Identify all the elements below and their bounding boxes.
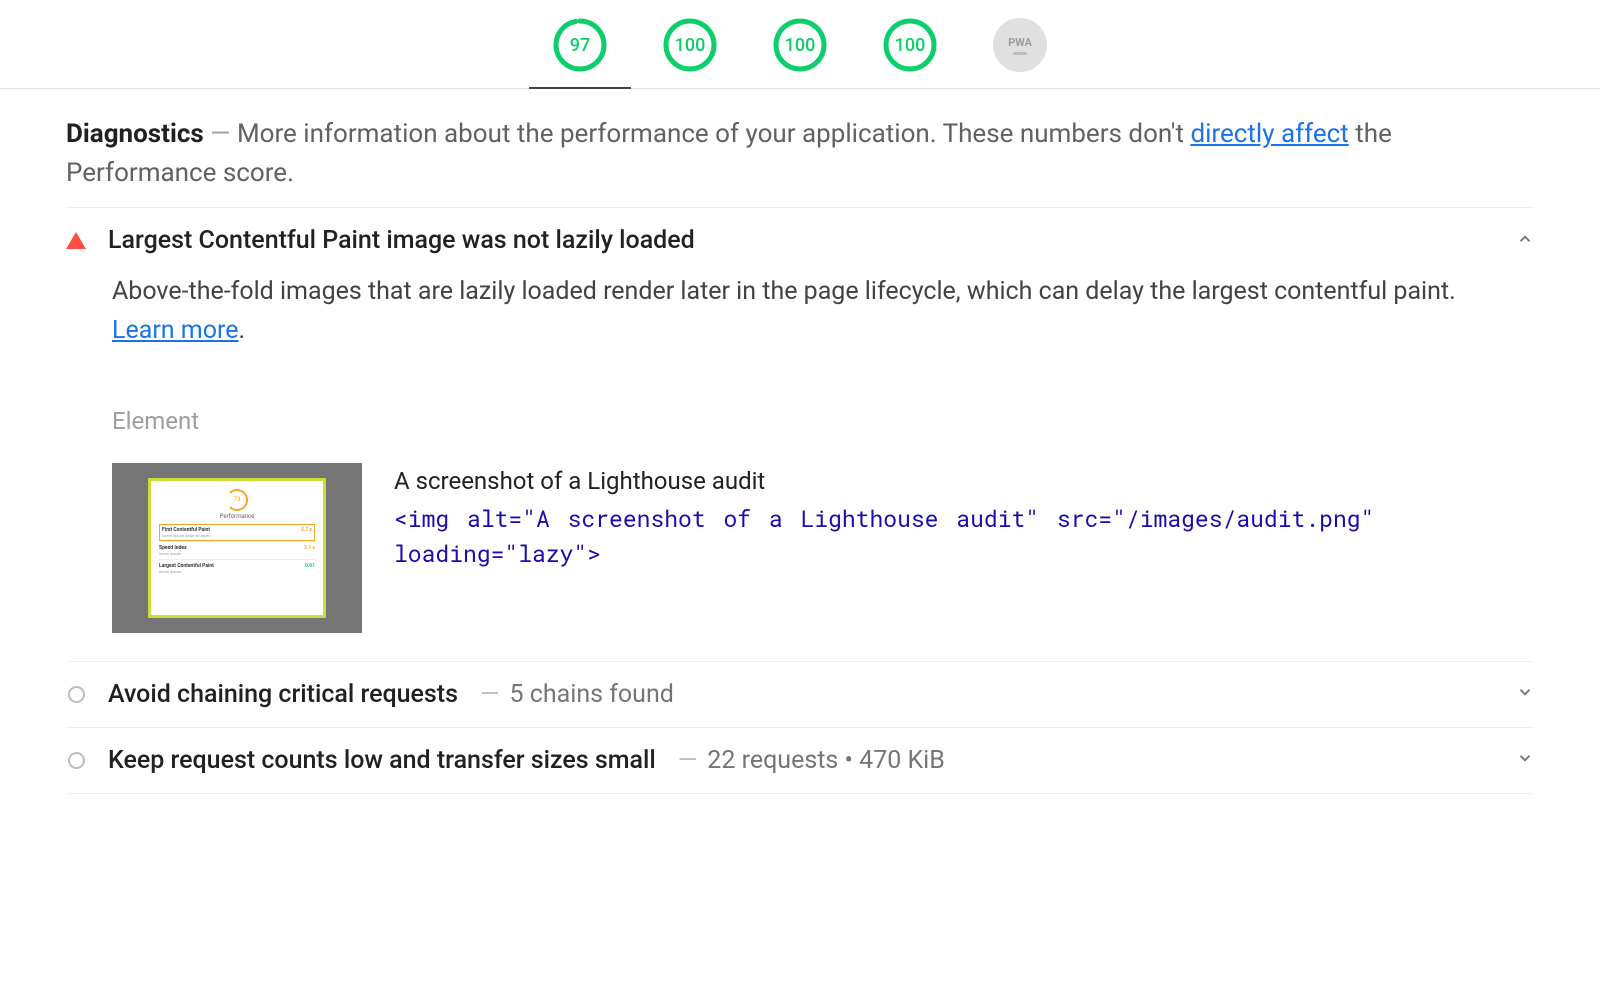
info-circle-icon <box>66 752 86 769</box>
score-tab-seo[interactable]: 100 <box>883 18 937 72</box>
score-gauge: 100 <box>663 18 717 72</box>
audit-subtext-value: 5 chains found <box>510 680 674 709</box>
audit-critical-chains: Avoid chaining critical requests — 5 cha… <box>66 662 1534 728</box>
element-label: Element <box>112 407 1534 435</box>
audit-title: Largest Contentful Paint image was not l… <box>108 226 695 255</box>
score-gauge: 100 <box>773 18 827 72</box>
score-value: 100 <box>663 18 717 72</box>
audit-subtext: — 22 requests • 470 KiB <box>678 746 945 775</box>
learn-more-link[interactable]: Learn more <box>112 316 238 345</box>
score-tab-best-practices[interactable]: 100 <box>773 18 827 72</box>
info-circle-icon <box>66 686 86 703</box>
audit-summary-toggle[interactable]: Avoid chaining critical requests — 5 cha… <box>66 662 1534 727</box>
score-value: 100 <box>773 18 827 72</box>
content-area: Diagnostics — More information about the… <box>0 89 1600 794</box>
diagnostics-description-pre: More information about the performance o… <box>237 119 1191 149</box>
pwa-label: PWA <box>1008 36 1032 49</box>
score-tab-performance[interactable]: 97 <box>553 18 607 72</box>
audit-title: Avoid chaining critical requests <box>108 680 458 709</box>
score-gauge: 100 <box>883 18 937 72</box>
element-code: <img alt="A screenshot of a Lighthouse a… <box>394 502 1534 573</box>
diagnostics-link[interactable]: directly affect <box>1190 119 1348 149</box>
score-tabs: 97 100 100 100 PWA <box>0 0 1600 89</box>
pwa-dash-icon <box>1013 52 1027 55</box>
diagnostics-title: Diagnostics <box>66 119 204 149</box>
audit-title: Keep request counts low and transfer siz… <box>108 746 656 775</box>
audit-summary-toggle[interactable]: Keep request counts low and transfer siz… <box>66 728 1534 793</box>
element-row: Performance First Contentful Paintlorem … <box>112 463 1534 633</box>
audit-lcp-lazy-load: Largest Contentful Paint image was not l… <box>66 208 1534 662</box>
score-tab-accessibility[interactable]: 100 <box>663 18 717 72</box>
fail-triangle-icon <box>66 232 86 249</box>
dash-separator: — <box>210 119 237 149</box>
diagnostics-header: Diagnostics — More information about the… <box>66 115 1534 208</box>
audit-subtext: — 5 chains found <box>480 680 674 709</box>
chevron-up-icon <box>1516 230 1534 252</box>
audit-summary-toggle[interactable]: Largest Contentful Paint image was not l… <box>66 208 1534 273</box>
audit-subtext-value: 22 requests • 470 KiB <box>707 746 945 775</box>
score-gauge: 97 <box>553 18 607 72</box>
audit-body: Above-the-fold images that are lazily lo… <box>66 273 1534 661</box>
element-text: A screenshot of a Lighthouse audit <img … <box>394 463 1534 573</box>
chevron-down-icon <box>1516 683 1534 705</box>
audit-description-text: Above-the-fold images that are lazily lo… <box>112 277 1456 306</box>
chevron-down-icon <box>1516 749 1534 771</box>
pwa-badge: PWA <box>993 18 1047 72</box>
score-value: 100 <box>883 18 937 72</box>
element-caption: A screenshot of a Lighthouse audit <box>394 463 1534 500</box>
audit-description: Above-the-fold images that are lazily lo… <box>112 273 1534 351</box>
score-tab-pwa[interactable]: PWA <box>993 18 1047 72</box>
score-value: 97 <box>553 18 607 72</box>
audit-request-counts: Keep request counts low and transfer siz… <box>66 728 1534 794</box>
element-thumbnail[interactable]: Performance First Contentful Paintlorem … <box>112 463 362 633</box>
